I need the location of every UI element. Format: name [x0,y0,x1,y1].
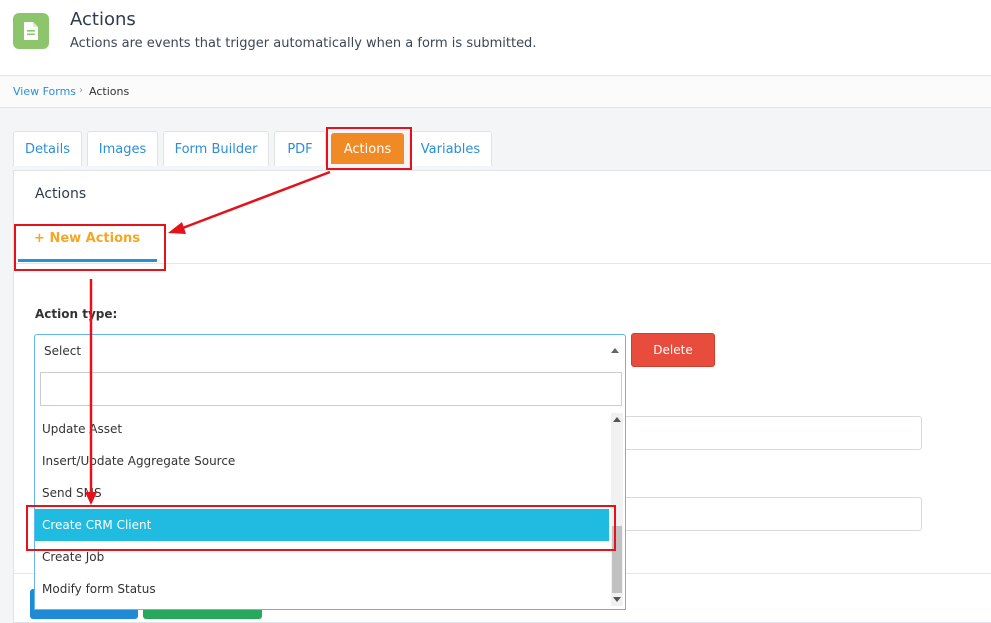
dropdown-search-input[interactable] [40,372,622,406]
breadcrumb-current: Actions [89,85,130,98]
option-modify-form-status[interactable]: Modify form Status [35,573,609,605]
page-subtitle: Actions are events that trigger automati… [70,36,537,51]
option-update-asset[interactable]: Update Asset [35,413,609,445]
breadcrumb-link-view-forms[interactable]: View Forms [13,85,76,98]
panel-title: Actions [35,186,87,202]
document-icon [13,13,49,49]
action-type-dropdown: Update Asset Insert/Update Aggregate Sou… [34,367,626,610]
action-type-select[interactable]: Select [34,334,626,368]
scroll-up-icon[interactable] [613,417,621,422]
breadcrumb: View Forms › Actions [0,77,991,108]
scroll-down-icon[interactable] [613,597,621,602]
annotation-box-actions-tab [326,127,412,170]
page-title: Actions [70,9,136,30]
delete-button[interactable]: Delete [631,333,715,367]
select-value: Select [44,344,82,358]
chevron-up-icon [611,348,619,353]
breadcrumb-separator: › [79,85,83,96]
tab-form-builder[interactable]: Form Builder [163,131,269,166]
annotation-box-new-actions [14,224,166,271]
tab-variables[interactable]: Variables [409,131,492,166]
action-type-label: Action type: [35,307,118,321]
tab-details[interactable]: Details [13,131,82,166]
page-header: Actions Actions are events that trigger … [0,0,991,76]
tab-pdf[interactable]: PDF [274,131,326,166]
option-insert-update-aggregate-source[interactable]: Insert/Update Aggregate Source [35,445,609,477]
annotation-box-create-crm-client [26,505,616,551]
tab-images[interactable]: Images [87,131,158,166]
